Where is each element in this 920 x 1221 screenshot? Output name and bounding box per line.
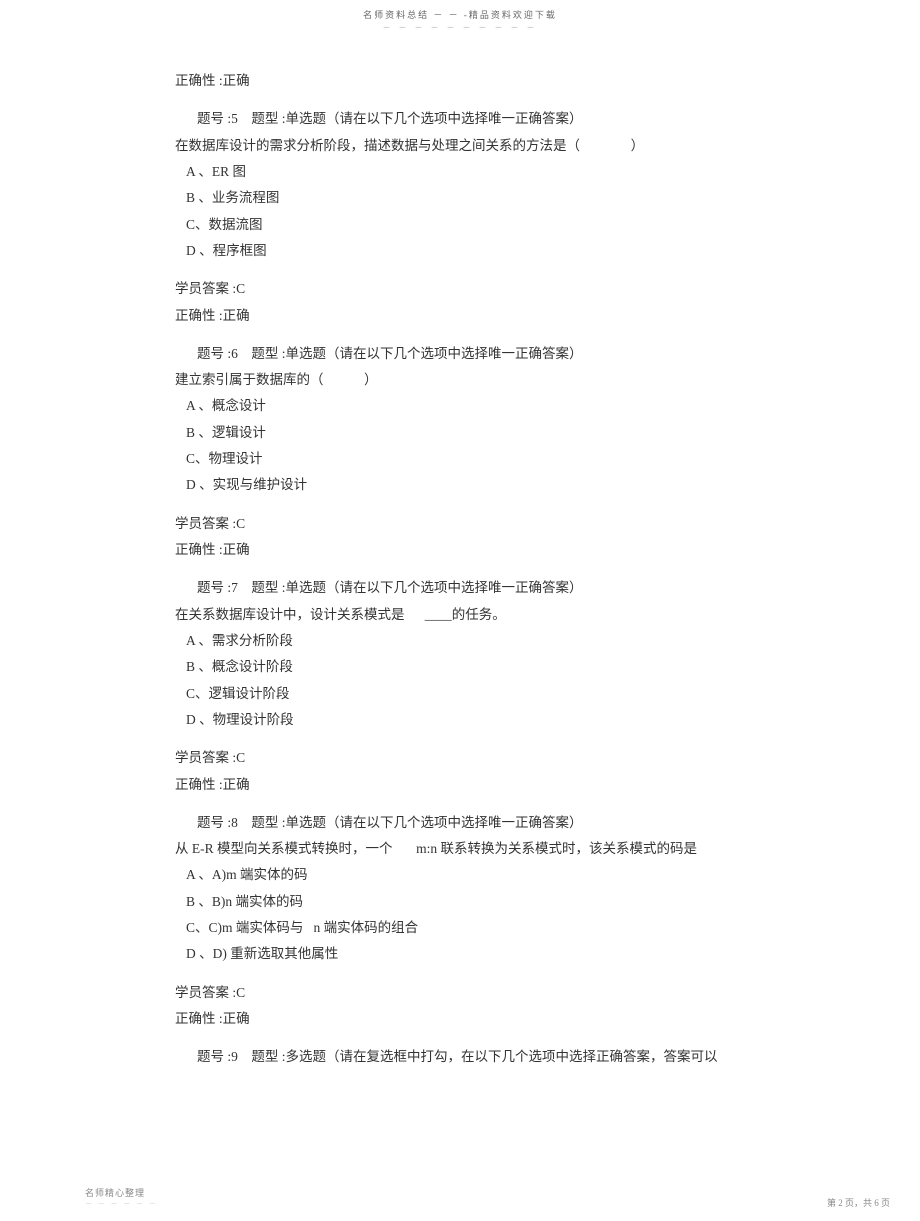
correctness-text: 正确性 :正确	[175, 68, 740, 94]
option-b: B 、业务流程图	[175, 185, 740, 211]
option-c: C、逻辑设计阶段	[175, 681, 740, 707]
question-block: 题号 :6 题型 :单选题（请在以下几个选项中选择唯一正确答案） 建立索引属于数…	[175, 341, 740, 499]
option-a: A 、ER 图	[175, 159, 740, 185]
prev-correctness-block: 正确性 :正确	[175, 68, 740, 94]
header-text: 名师资料总结 － － -精品资料欢迎下载	[0, 8, 920, 21]
option-d: D 、D) 重新选取其他属性	[175, 941, 740, 967]
option-b: B 、逻辑设计	[175, 420, 740, 446]
option-c: C、C)m 端实体码与 n 端实体码的组合	[175, 915, 740, 941]
student-answer: 学员答案 :C	[175, 745, 740, 771]
answer-block: 学员答案 :C 正确性 :正确	[175, 511, 740, 564]
document-content: 正确性 :正确 题号 :5 题型 :单选题（请在以下几个选项中选择唯一正确答案）…	[175, 68, 740, 1083]
question-block: 题号 :5 题型 :单选题（请在以下几个选项中选择唯一正确答案） 在数据库设计的…	[175, 106, 740, 264]
footer-left-text: 名师精心整理	[85, 1186, 158, 1199]
footer-right: 第 2 页，共 6 页	[827, 1196, 890, 1209]
page-header: 名师资料总结 － － -精品资料欢迎下载 － － － － － － － － － －	[0, 8, 920, 33]
question-stem: 从 E-R 模型向关系模式转换时，一个 m:n 联系转换为关系模式时，该关系模式…	[175, 836, 740, 862]
footer-left: 名师精心整理 － － － － － －	[85, 1186, 158, 1209]
option-c: C、物理设计	[175, 446, 740, 472]
option-b: B 、概念设计阶段	[175, 654, 740, 680]
option-d: D 、程序框图	[175, 238, 740, 264]
option-a: A 、需求分析阶段	[175, 628, 740, 654]
correctness: 正确性 :正确	[175, 303, 740, 329]
student-answer: 学员答案 :C	[175, 980, 740, 1006]
question-header: 题号 :8 题型 :单选题（请在以下几个选项中选择唯一正确答案）	[175, 810, 740, 836]
option-b: B 、B)n 端实体的码	[175, 889, 740, 915]
option-d: D 、实现与维护设计	[175, 472, 740, 498]
footer-left-dashes: － － － － － －	[85, 1199, 158, 1209]
student-answer: 学员答案 :C	[175, 276, 740, 302]
header-dashes: － － － － － － － － － －	[0, 22, 920, 33]
question-stem: 在关系数据库设计中，设计关系模式是 ____的任务。	[175, 602, 740, 628]
question-block: 题号 :8 题型 :单选题（请在以下几个选项中选择唯一正确答案） 从 E-R 模…	[175, 810, 740, 968]
answer-block: 学员答案 :C 正确性 :正确	[175, 745, 740, 798]
correctness: 正确性 :正确	[175, 772, 740, 798]
correctness: 正确性 :正确	[175, 1006, 740, 1032]
option-a: A 、A)m 端实体的码	[175, 862, 740, 888]
correctness: 正确性 :正确	[175, 537, 740, 563]
question-block: 题号 :7 题型 :单选题（请在以下几个选项中选择唯一正确答案） 在关系数据库设…	[175, 575, 740, 733]
question-stem: 在数据库设计的需求分析阶段，描述数据与处理之间关系的方法是（ ）	[175, 133, 740, 159]
option-c: C、数据流图	[175, 212, 740, 238]
option-d: D 、物理设计阶段	[175, 707, 740, 733]
answer-block: 学员答案 :C 正确性 :正确	[175, 980, 740, 1033]
option-a: A 、概念设计	[175, 393, 740, 419]
question-header: 题号 :7 题型 :单选题（请在以下几个选项中选择唯一正确答案）	[175, 575, 740, 601]
answer-block: 学员答案 :C 正确性 :正确	[175, 276, 740, 329]
question-header: 题号 :9 题型 :多选题（请在复选框中打勾，在以下几个选项中选择正确答案，答案…	[175, 1044, 740, 1070]
student-answer: 学员答案 :C	[175, 511, 740, 537]
question-header: 题号 :5 题型 :单选题（请在以下几个选项中选择唯一正确答案）	[175, 106, 740, 132]
question-block: 题号 :9 题型 :多选题（请在复选框中打勾，在以下几个选项中选择正确答案，答案…	[175, 1044, 740, 1070]
question-header: 题号 :6 题型 :单选题（请在以下几个选项中选择唯一正确答案）	[175, 341, 740, 367]
question-stem: 建立索引属于数据库的（ ）	[175, 367, 740, 393]
